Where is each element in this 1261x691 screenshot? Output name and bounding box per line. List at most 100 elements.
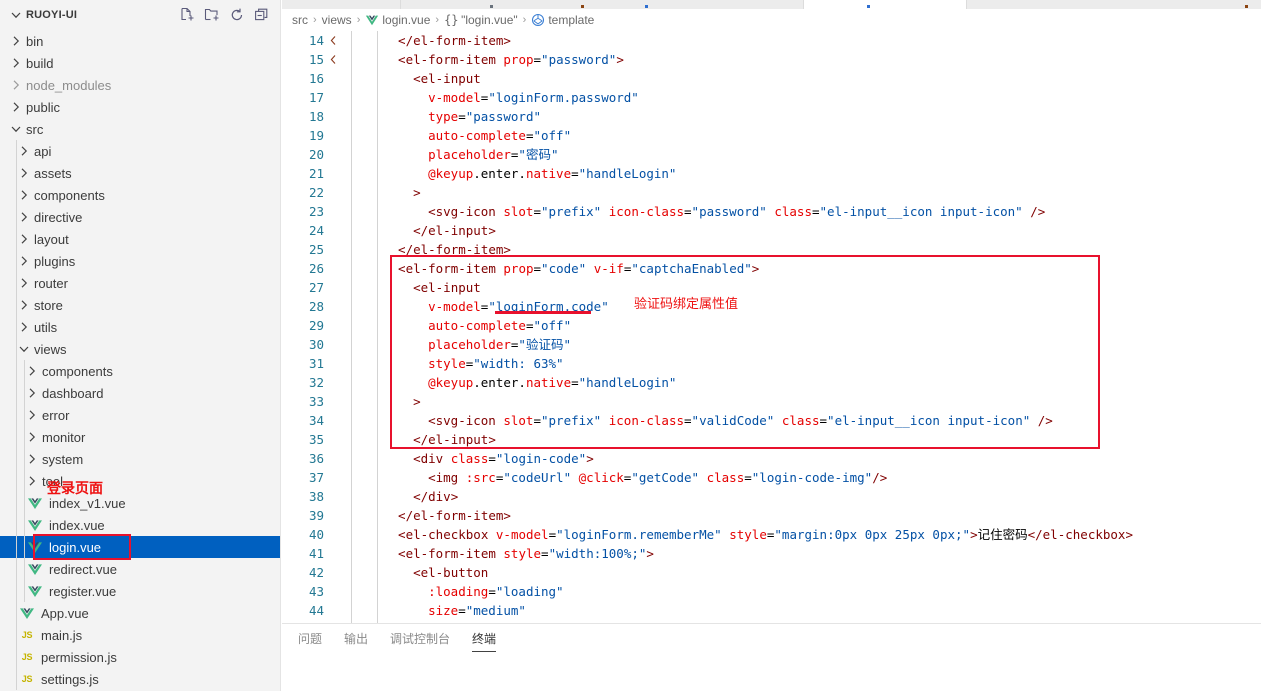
tree-item-components[interactable]: components xyxy=(0,360,280,382)
chevron-right-icon[interactable] xyxy=(8,77,24,93)
fold-chevron-icon[interactable] xyxy=(328,31,338,50)
editor-tab-2[interactable] xyxy=(401,0,804,9)
tree-item-assets[interactable]: assets xyxy=(0,162,280,184)
tree-item-bin[interactable]: bin xyxy=(0,30,280,52)
breadcrumb-item-src[interactable]: src xyxy=(292,13,308,27)
tree-item-main-js[interactable]: JS main.js xyxy=(0,624,280,646)
new-file-icon[interactable] xyxy=(179,7,195,23)
tree-item-plugins[interactable]: plugins xyxy=(0,250,280,272)
chevron-right-icon[interactable] xyxy=(24,429,40,445)
tree-item-label: store xyxy=(34,297,63,313)
tree-item-store[interactable]: store xyxy=(0,294,280,316)
tree-item-label: public xyxy=(26,99,60,115)
tree-item-login-vue[interactable]: login.vue xyxy=(0,536,280,558)
chevron-right-icon[interactable] xyxy=(16,143,32,159)
tree-item-layout[interactable]: layout xyxy=(0,228,280,250)
tree-item-views[interactable]: views xyxy=(0,338,280,360)
tree-item-permission-js[interactable]: JS permission.js xyxy=(0,646,280,668)
tree-item-utils[interactable]: utils xyxy=(0,316,280,338)
chevron-down-icon[interactable] xyxy=(8,121,24,137)
code-token: :src xyxy=(465,470,496,485)
chevron-right-icon[interactable] xyxy=(24,451,40,467)
code-token: "handleLogin" xyxy=(578,166,677,181)
chevron-down-icon[interactable] xyxy=(16,341,32,357)
collapse-all-icon[interactable] xyxy=(254,7,270,23)
fold-chevron-icon[interactable] xyxy=(328,50,338,69)
code-token: class xyxy=(706,470,745,485)
tree-item-label: plugins xyxy=(34,253,76,269)
code-line-text: <el-form-item style="width:100%;"> xyxy=(398,544,654,563)
chevron-right-icon[interactable] xyxy=(16,297,32,313)
editor-tab-active[interactable] xyxy=(804,0,967,9)
file-tree[interactable]: bin build node_modules public src api assets co… xyxy=(0,30,280,691)
tree-item-dashboard[interactable]: dashboard xyxy=(0,382,280,404)
editor-tab-4[interactable] xyxy=(967,0,1261,9)
tree-item-node-modules[interactable]: node_modules xyxy=(0,74,280,96)
chevron-right-icon[interactable] xyxy=(8,55,24,71)
chevron-right-icon[interactable] xyxy=(16,209,32,225)
tree-item-index-v1-vue[interactable]: index_v1.vue xyxy=(0,492,280,514)
tree-item-components[interactable]: components xyxy=(0,184,280,206)
chevron-right-icon[interactable] xyxy=(16,319,32,335)
tree-item-public[interactable]: public xyxy=(0,96,280,118)
code-line-text: auto-complete="off" xyxy=(428,126,571,145)
panel-tabs[interactable]: 问题 输出 调试控制台 终端 xyxy=(282,624,1261,654)
chevron-right-icon[interactable] xyxy=(16,231,32,247)
explorer-header[interactable]: RUOYI-UI xyxy=(0,0,280,30)
panel-tab-0[interactable]: 问题 xyxy=(298,624,322,654)
code-token: :loading xyxy=(428,584,489,599)
breadcrumb-item-template[interactable]: template xyxy=(531,13,594,27)
editor-tab-1[interactable] xyxy=(282,0,401,9)
tree-item-settings-js[interactable]: JS settings.js xyxy=(0,668,280,690)
tree-item-monitor[interactable]: monitor xyxy=(0,426,280,448)
chevron-right-icon[interactable] xyxy=(24,407,40,423)
chevron-right-icon[interactable] xyxy=(24,363,40,379)
tree-item-router[interactable]: router xyxy=(0,272,280,294)
chevron-right-icon[interactable] xyxy=(16,253,32,269)
tree-item-label: redirect.vue xyxy=(49,561,117,577)
chevron-right-icon[interactable] xyxy=(16,275,32,291)
tab-dot-2 xyxy=(581,5,584,8)
tree-item-directive[interactable]: directive xyxy=(0,206,280,228)
chevron-right-icon[interactable] xyxy=(24,473,40,489)
panel-tab-1[interactable]: 输出 xyxy=(344,624,368,654)
new-folder-icon[interactable] xyxy=(204,7,220,23)
chevron-right-icon[interactable] xyxy=(16,187,32,203)
breadcrumb-item-login-vue[interactable]: login.vue xyxy=(365,13,430,27)
line-number: 25 xyxy=(308,242,324,257)
panel-tab-2[interactable]: 调试控制台 xyxy=(390,624,450,654)
code-token: style xyxy=(729,527,767,542)
code-token: <svg-icon xyxy=(428,204,504,219)
tree-item-api[interactable]: api xyxy=(0,140,280,162)
refresh-icon[interactable] xyxy=(229,7,245,23)
tree-item-label: src xyxy=(26,121,44,137)
tree-item-index-vue[interactable]: index.vue xyxy=(0,514,280,536)
code-line-text: <el-checkbox v-model="loginForm.remember… xyxy=(398,525,1133,544)
chevron-right-icon[interactable] xyxy=(16,165,32,181)
chevron-down-icon[interactable] xyxy=(8,7,24,23)
tree-item-app-vue[interactable]: App.vue xyxy=(0,602,280,624)
breadcrumb-item-views[interactable]: views xyxy=(322,13,352,27)
chevron-right-icon[interactable] xyxy=(8,33,24,49)
tree-item-system[interactable]: system xyxy=(0,448,280,470)
chevron-right-icon[interactable] xyxy=(24,385,40,401)
breadcrumb-item-file-symbol[interactable]: {} "login.vue" xyxy=(444,13,518,27)
tree-item-build[interactable]: build xyxy=(0,52,280,74)
vue-file-icon xyxy=(27,495,43,511)
breadcrumb[interactable]: src › views › login.vue › {} "login.vue"… xyxy=(282,9,1261,31)
line-number: 36 xyxy=(308,451,324,466)
tree-item-tool[interactable]: tool xyxy=(0,470,280,492)
tree-item-error[interactable]: error xyxy=(0,404,280,426)
code-line-text: @keyup.enter.native="handleLogin" xyxy=(428,373,676,392)
editor-tab-strip[interactable] xyxy=(282,0,1261,9)
panel-tab-3[interactable]: 终端 xyxy=(472,624,497,654)
vue-file-icon xyxy=(27,583,43,599)
tree-item-label: components xyxy=(42,363,113,379)
chevron-right-icon[interactable] xyxy=(8,99,24,115)
tree-item-src[interactable]: src xyxy=(0,118,280,140)
vscode-window: RUOYI-UI bin build node_modules public s… xyxy=(0,0,1261,691)
tree-item-register-vue[interactable]: register.vue xyxy=(0,580,280,602)
tree-item-redirect-vue[interactable]: redirect.vue xyxy=(0,558,280,580)
code-editor[interactable]: 14 </el-form-item> 15 <el-form-item prop="p… xyxy=(282,31,1261,623)
